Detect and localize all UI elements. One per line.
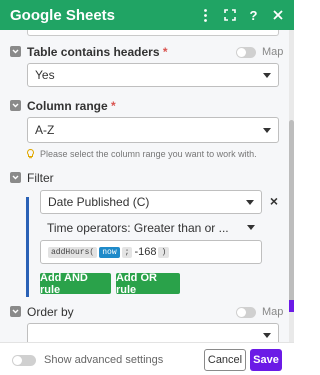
add-or-rule-button[interactable]: Add OR rule <box>116 272 180 296</box>
formula-separator-token: ; <box>121 246 133 258</box>
required-marker: * <box>111 99 116 113</box>
caret-down-icon <box>263 73 271 78</box>
column-range-select[interactable]: A-Z <box>27 117 279 143</box>
collapse-toggle-table-headers[interactable] <box>10 46 21 57</box>
chevron-down-icon <box>12 175 19 180</box>
lightbulb-icon <box>27 149 34 159</box>
collapse-toggle-order-by[interactable] <box>10 306 21 317</box>
caret-down-icon <box>263 128 271 133</box>
collapse-toggle-column-range[interactable] <box>10 100 21 111</box>
map-switch[interactable] <box>236 46 256 58</box>
table-headers-label: Table contains headers * <box>27 45 168 59</box>
filter-group-indicator <box>26 197 29 297</box>
advanced-switch[interactable] <box>12 354 36 366</box>
module-header: Google Sheets ? <box>0 0 294 30</box>
filter-value-input[interactable]: addHours( now ; -168 ) <box>40 240 262 264</box>
order-by-label: Order by <box>27 305 74 319</box>
previous-field-stub <box>27 30 279 36</box>
expand-icon[interactable] <box>222 8 237 23</box>
advanced-settings-toggle[interactable]: Show advanced settings <box>12 354 163 366</box>
side-accent <box>289 300 294 312</box>
filter-column-select[interactable]: Date Published (C) <box>40 190 262 214</box>
table-headers-select[interactable]: Yes <box>27 63 279 87</box>
formula-value-text: -168 <box>134 246 157 258</box>
order-by-map-toggle[interactable]: Map <box>236 306 283 318</box>
remove-rule-icon[interactable]: × <box>268 194 280 208</box>
map-label: Map <box>262 306 284 318</box>
filter-label: Filter <box>27 171 54 185</box>
formula-function-token: addHours( <box>48 246 98 258</box>
column-range-value: A-Z <box>35 123 55 137</box>
column-range-label: Column range * <box>27 99 116 113</box>
map-switch[interactable] <box>236 306 256 318</box>
filter-column-value: Date Published (C) <box>48 195 150 209</box>
filter-operator-select[interactable]: Time operators: Greater than or ... <box>40 216 262 240</box>
table-headers-map-toggle[interactable]: Map <box>236 46 283 58</box>
chevron-down-icon <box>12 309 19 314</box>
table-headers-label-text: Table contains headers <box>27 45 160 59</box>
scrollbar-thumb[interactable] <box>289 120 294 310</box>
formula-now-token: now <box>99 246 120 258</box>
column-range-hint: Please select the column range you want … <box>27 149 257 159</box>
map-label: Map <box>262 46 284 58</box>
caret-down-icon <box>246 200 254 205</box>
chevron-down-icon <box>12 103 19 108</box>
caret-down-icon <box>247 225 255 230</box>
more-vertical-icon[interactable] <box>198 8 213 23</box>
save-button[interactable]: Save <box>250 349 282 371</box>
collapse-toggle-filter[interactable] <box>10 172 21 183</box>
close-icon[interactable] <box>270 8 285 23</box>
module-footer: Show advanced settings Cancel Save <box>0 342 294 375</box>
formula-close-token: ) <box>158 246 170 258</box>
help-icon[interactable]: ? <box>246 8 261 23</box>
chevron-down-icon <box>12 49 19 54</box>
column-range-label-text: Column range <box>27 99 108 113</box>
required-marker: * <box>162 45 168 59</box>
advanced-settings-label: Show advanced settings <box>44 354 164 366</box>
column-range-hint-text: Please select the column range you want … <box>40 149 257 159</box>
caret-down-icon <box>263 333 271 338</box>
table-headers-value: Yes <box>35 68 55 82</box>
cancel-button[interactable]: Cancel <box>204 349 246 371</box>
module-title: Google Sheets <box>10 6 116 24</box>
filter-operator-value: Time operators: Greater than or ... <box>47 221 229 235</box>
add-and-rule-button[interactable]: Add AND rule <box>40 272 111 296</box>
